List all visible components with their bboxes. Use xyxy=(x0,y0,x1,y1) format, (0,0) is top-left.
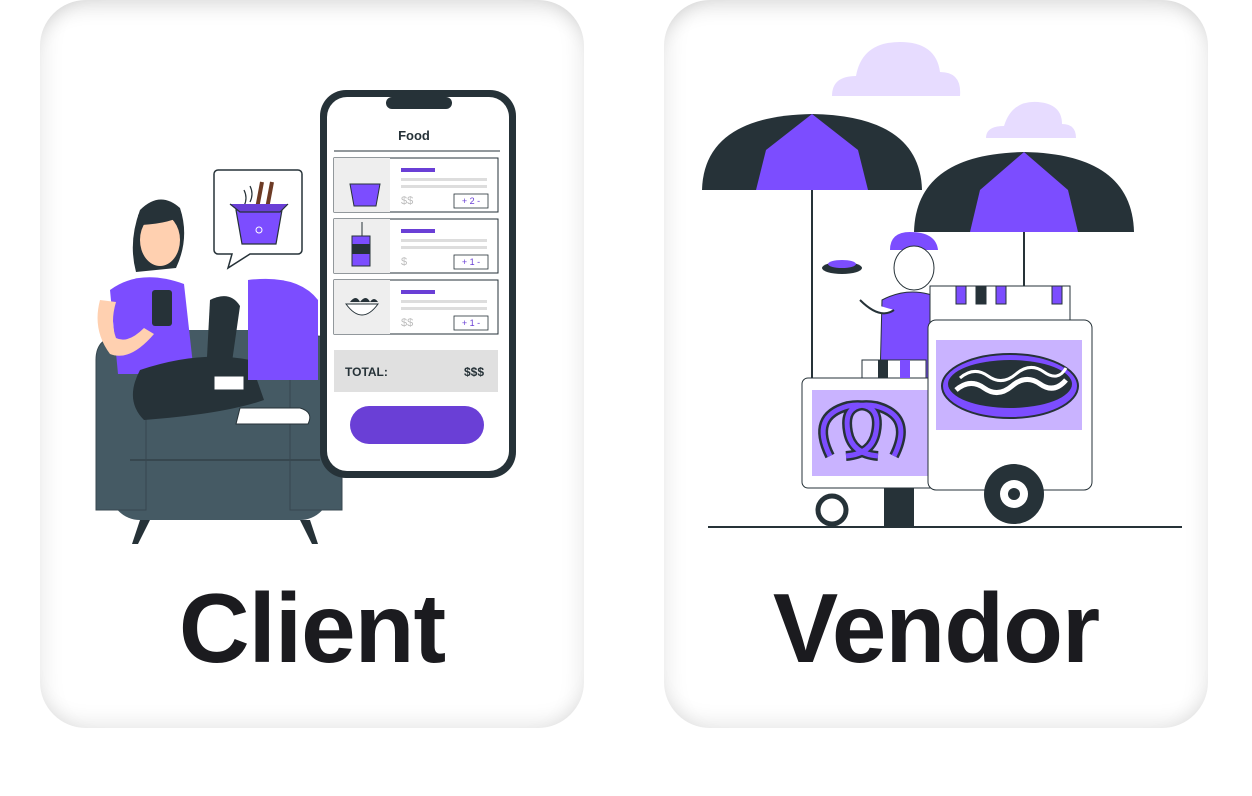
food-cart xyxy=(801,285,1093,527)
vendor-label: Vendor xyxy=(772,573,1100,683)
item-price: $$ xyxy=(401,317,413,329)
noodle-box-bubble-icon xyxy=(213,169,303,270)
vendor-card[interactable]: Vendor xyxy=(664,0,1208,728)
hotdog-icon xyxy=(941,353,1079,419)
total-value: $$$ xyxy=(464,365,484,379)
client-card[interactable]: Food $$ + 2 - $ + 1 - $$ + 1 - TOTAL: $$… xyxy=(40,0,584,728)
total-label: TOTAL: xyxy=(345,365,388,379)
item-price: $$ xyxy=(401,195,413,207)
phone-title: Food xyxy=(398,128,430,143)
item-qty: + 1 - xyxy=(462,318,480,328)
phone-mockup: Food $$ + 2 - $ + 1 - $$ + 1 - TOTAL: $$… xyxy=(320,90,516,478)
vendor-illustration xyxy=(702,42,1182,528)
client-illustration: Food $$ + 2 - $ + 1 - $$ + 1 - TOTAL: $$… xyxy=(95,90,516,544)
checkout-button xyxy=(350,406,484,444)
client-label: Client xyxy=(178,573,446,683)
item-price: $ xyxy=(401,256,407,268)
item-qty: + 1 - xyxy=(462,257,480,267)
item-qty: + 2 - xyxy=(462,196,480,206)
